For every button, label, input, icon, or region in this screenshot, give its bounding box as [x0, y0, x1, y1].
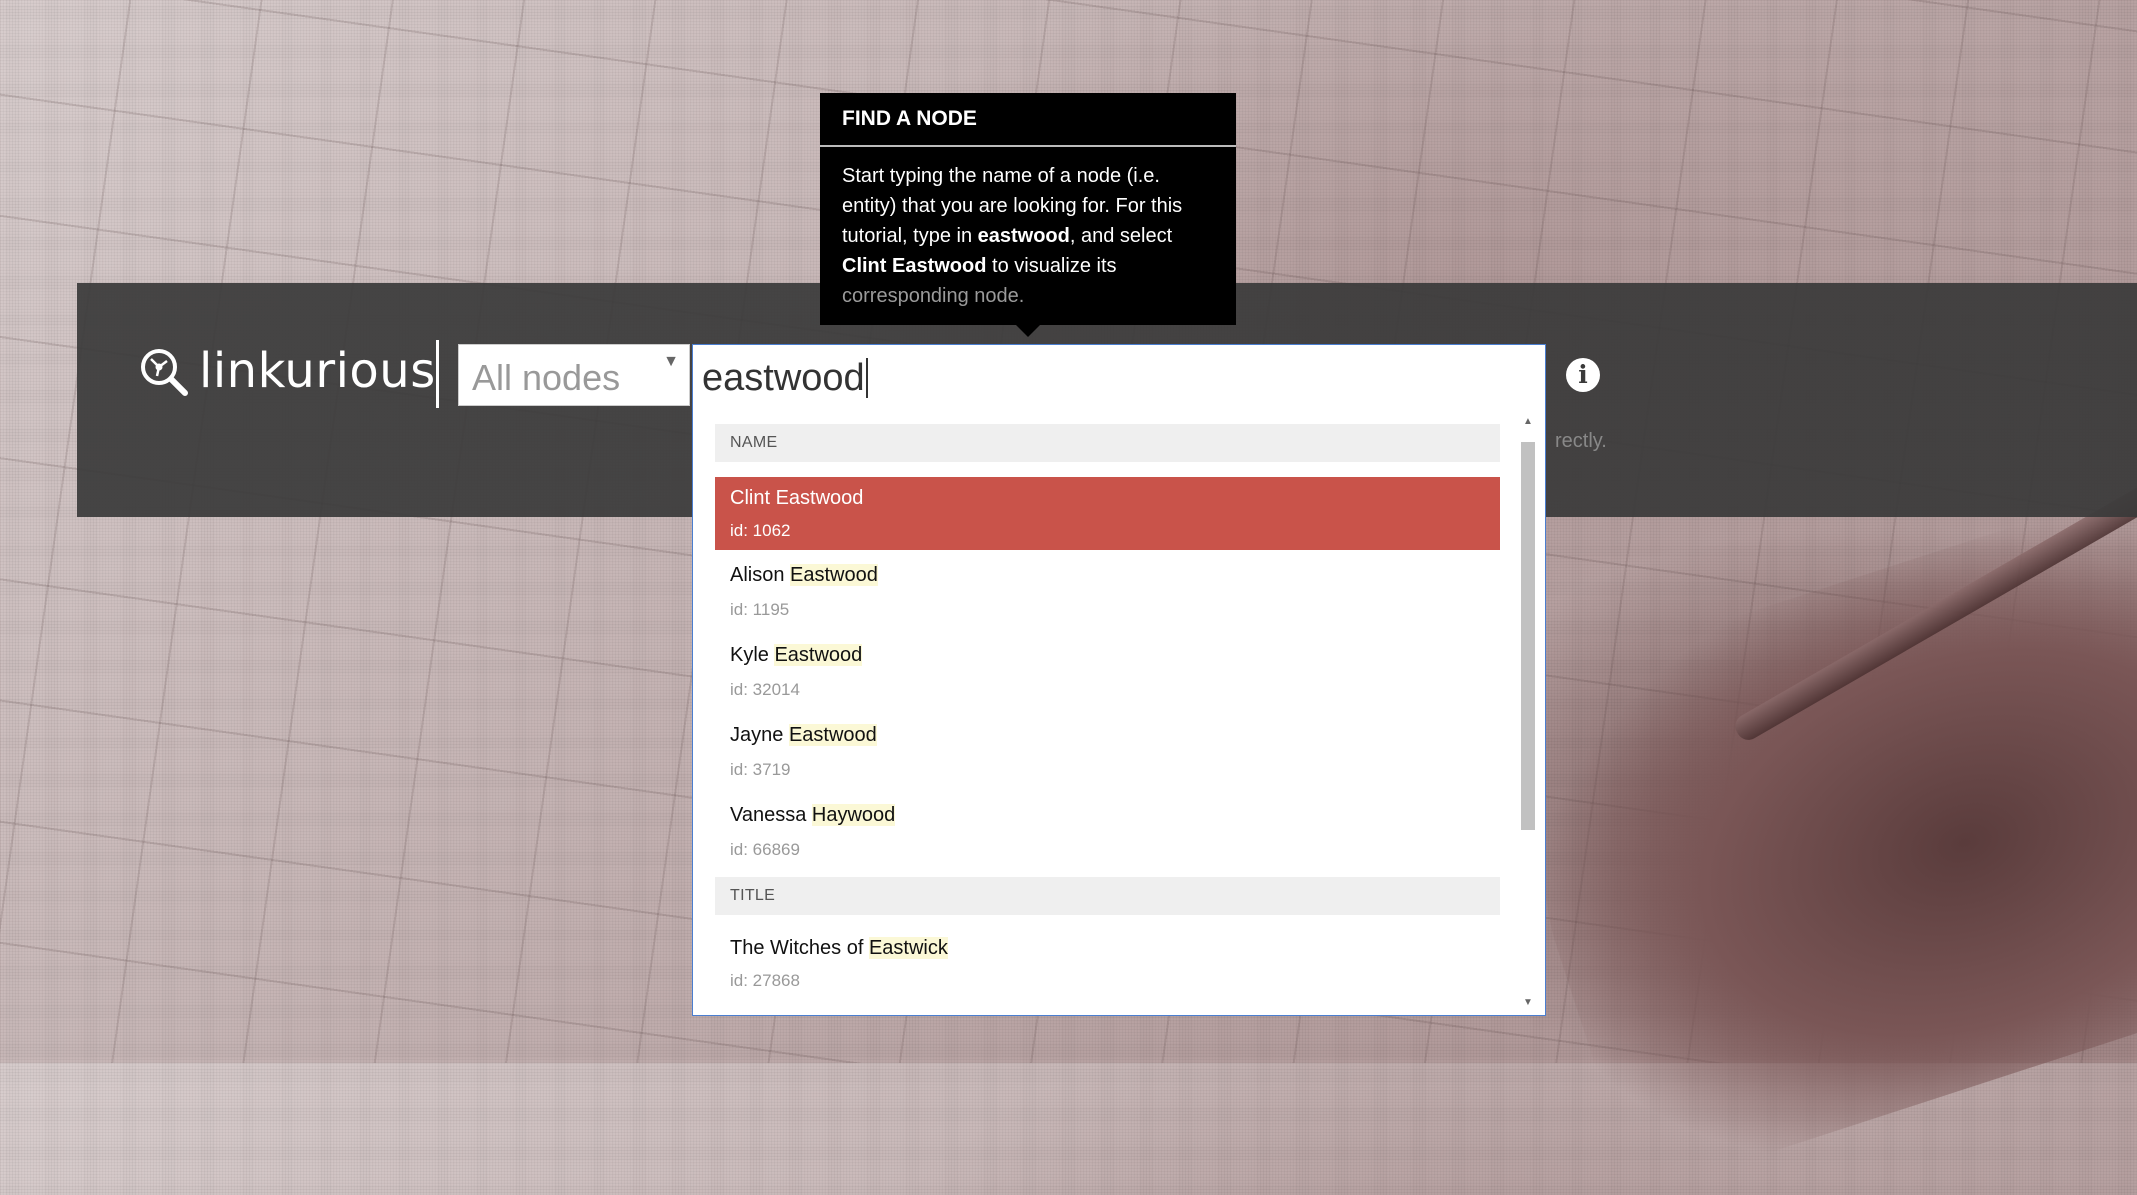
tooltip-body: Start typing the name of a node (i.e. en…: [842, 165, 1183, 307]
result-id: id: 3719: [730, 760, 791, 779]
search-graph-icon: [141, 349, 188, 396]
search-input[interactable]: eastwood: [692, 344, 1546, 406]
result-name: The Witches of Eastwick: [730, 937, 948, 959]
group-header-title: TITLE: [715, 877, 1500, 915]
background-hand: [1476, 484, 2137, 1195]
group-header-name: NAME: [715, 424, 1500, 462]
scroll-down-icon[interactable]: ▼: [1523, 997, 1533, 1008]
results-scrollbar[interactable]: ▲ ▼: [1519, 416, 1537, 1008]
tooltip-arrow: [1016, 325, 1040, 337]
tooltip-title: FIND A NODE: [820, 93, 1236, 147]
scrollbar-thumb[interactable]: [1521, 442, 1535, 830]
info-icon[interactable]: i: [1566, 358, 1600, 392]
result-item[interactable]: Jayne Eastwood id: 3719: [715, 710, 1500, 790]
result-id: id: 32014: [730, 680, 800, 699]
hint-text: rectly.: [1555, 430, 1607, 452]
results-list: NAME Clint Eastwood id: 1062 Alison East…: [715, 424, 1500, 990]
result-item[interactable]: Alison Eastwood id: 1195: [715, 550, 1500, 630]
scope-selected-value: All nodes: [472, 357, 621, 398]
text-cursor: [865, 358, 868, 398]
chevron-down-icon: ▼: [663, 353, 679, 370]
result-id: id: 66869: [730, 840, 800, 859]
result-item[interactable]: The Witches of Eastwick id: 27868: [715, 915, 1500, 990]
result-id: id: 1062: [730, 521, 791, 540]
search-query: eastwood: [702, 357, 868, 400]
logo-text: linkurious: [199, 343, 436, 399]
result-item[interactable]: Vanessa Haywood id: 66869: [715, 790, 1500, 873]
logo-divider: [436, 340, 439, 408]
result-item[interactable]: Kyle Eastwood id: 32014: [715, 630, 1500, 710]
result-name: Clint Eastwood: [730, 487, 864, 509]
result-item-selected[interactable]: Clint Eastwood id: 1062: [715, 477, 1500, 550]
result-id: id: 27868: [730, 971, 800, 990]
result-name: Jayne Eastwood: [730, 724, 877, 746]
result-name: Kyle Eastwood: [730, 644, 863, 666]
search-results-dropdown[interactable]: NAME Clint Eastwood id: 1062 Alison East…: [692, 406, 1546, 1016]
result-name: Alison Eastwood: [730, 564, 878, 586]
app-logo[interactable]: linkurious: [137, 343, 436, 399]
tutorial-tooltip: FIND A NODE Start typing the name of a n…: [820, 93, 1236, 325]
result-name: Vanessa Haywood: [730, 804, 896, 826]
scroll-up-icon[interactable]: ▲: [1523, 416, 1533, 427]
result-id: id: 1195: [730, 600, 790, 619]
node-scope-select[interactable]: All nodes ▼: [458, 344, 690, 406]
